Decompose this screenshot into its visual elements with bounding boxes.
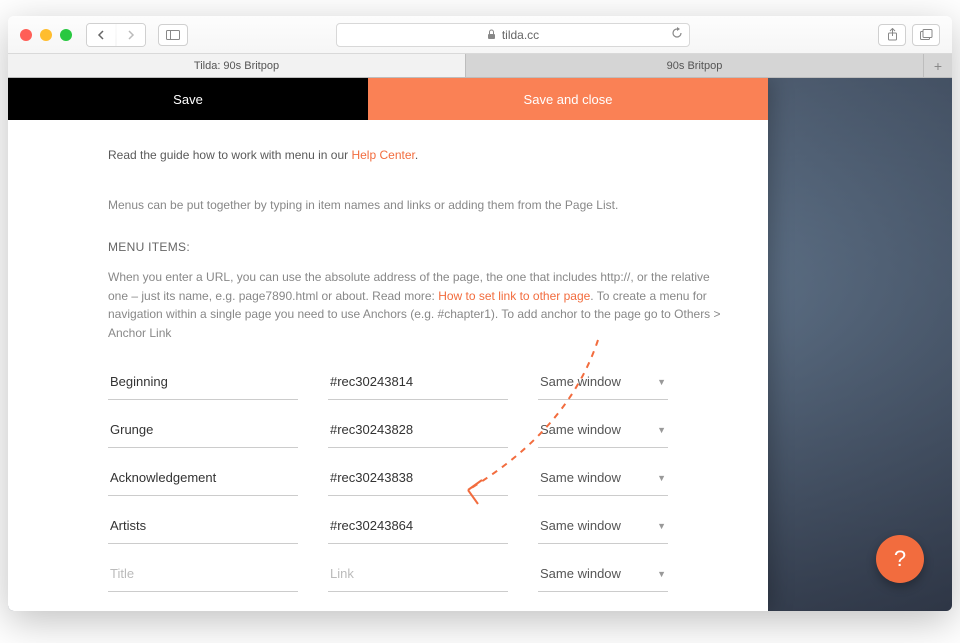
browser-tabs: Tilda: 90s Britpop 90s Britpop + <box>8 54 952 78</box>
minimize-window-icon[interactable] <box>40 29 52 41</box>
menu-item-link-input[interactable] <box>328 508 508 544</box>
reload-icon[interactable] <box>671 27 683 42</box>
toolbar-right <box>878 24 940 46</box>
menu-item-title-input[interactable] <box>108 364 298 400</box>
info-text: Menus can be put together by typing in i… <box>108 198 728 212</box>
help-center-link[interactable]: Help Center <box>351 148 414 162</box>
browser-chrome: tilda.cc <box>8 16 952 54</box>
forward-button[interactable] <box>117 24 145 46</box>
menu-item-link-input[interactable] <box>328 412 508 448</box>
menu-item-target-select[interactable]: Same window ▼ <box>538 412 668 448</box>
guide-text: Read the guide how to work with menu in … <box>108 148 728 162</box>
menu-items-list: Same window▼Same window▼Same window▼Same… <box>108 364 728 592</box>
panel-header: Save Save and close <box>8 78 768 120</box>
select-label: Same window <box>540 518 621 533</box>
settings-panel: Save Save and close Read the guide how t… <box>8 78 768 611</box>
url-text: tilda.cc <box>502 28 539 42</box>
menu-item-title-input[interactable] <box>108 412 298 448</box>
section-heading: MENU ITEMS: <box>108 240 728 254</box>
menu-item-link-input[interactable] <box>328 556 508 592</box>
menu-item-target-select[interactable]: Same window ▼ <box>538 364 668 400</box>
url-bar[interactable]: tilda.cc <box>336 23 690 47</box>
select-label: Same window <box>540 566 621 581</box>
chevron-down-icon: ▼ <box>657 473 666 483</box>
browser-window: tilda.cc Tilda: 90s Britpop 90s Britpop … <box>8 16 952 611</box>
menu-item-title-input[interactable] <box>108 556 298 592</box>
menu-item-link-input[interactable] <box>328 364 508 400</box>
traffic-lights <box>20 29 72 41</box>
menu-item-title-input[interactable] <box>108 508 298 544</box>
menu-item-row: Same window ▼ <box>108 412 728 448</box>
share-icon[interactable] <box>878 24 906 46</box>
nav-buttons <box>86 23 146 47</box>
menu-item-target-select[interactable]: Same window ▼ <box>538 460 668 496</box>
lock-icon <box>487 29 496 40</box>
menu-item-link-input[interactable] <box>328 460 508 496</box>
save-button[interactable]: Save <box>8 78 368 120</box>
chevron-down-icon: ▼ <box>657 569 666 579</box>
tab-label: 90s Britpop <box>667 60 723 72</box>
menu-item-title-input[interactable] <box>108 460 298 496</box>
instructions-text: When you enter a URL, you can use the ab… <box>108 268 728 342</box>
menu-item-row: Same window ▼ <box>108 460 728 496</box>
select-label: Same window <box>540 374 621 389</box>
tabs-icon[interactable] <box>912 24 940 46</box>
sidebar-toggle-icon[interactable] <box>158 24 188 46</box>
app-viewport: Save Save and close Read the guide how t… <box>8 78 952 611</box>
chevron-down-icon: ▼ <box>657 425 666 435</box>
howto-link[interactable]: How to set link to other page <box>438 289 590 303</box>
tab-label: Tilda: 90s Britpop <box>194 60 279 72</box>
menu-item-row: Same window ▼ <box>108 556 728 592</box>
back-button[interactable] <box>87 24 115 46</box>
close-window-icon[interactable] <box>20 29 32 41</box>
menu-item-row: Same window ▼ <box>108 364 728 400</box>
new-tab-button[interactable]: + <box>924 54 952 77</box>
save-and-close-button[interactable]: Save and close <box>368 78 768 120</box>
browser-tab[interactable]: Tilda: 90s Britpop <box>8 54 466 77</box>
menu-item-target-select[interactable]: Same window ▼ <box>538 556 668 592</box>
chevron-down-icon: ▼ <box>657 377 666 387</box>
panel-body: Read the guide how to work with menu in … <box>8 120 768 611</box>
maximize-window-icon[interactable] <box>60 29 72 41</box>
select-label: Same window <box>540 422 621 437</box>
browser-tab[interactable]: 90s Britpop <box>466 54 924 77</box>
menu-item-row: Same window ▼ <box>108 508 728 544</box>
select-label: Same window <box>540 470 621 485</box>
chevron-down-icon: ▼ <box>657 521 666 531</box>
help-fab-button[interactable]: ? <box>876 535 924 583</box>
menu-item-target-select[interactable]: Same window ▼ <box>538 508 668 544</box>
